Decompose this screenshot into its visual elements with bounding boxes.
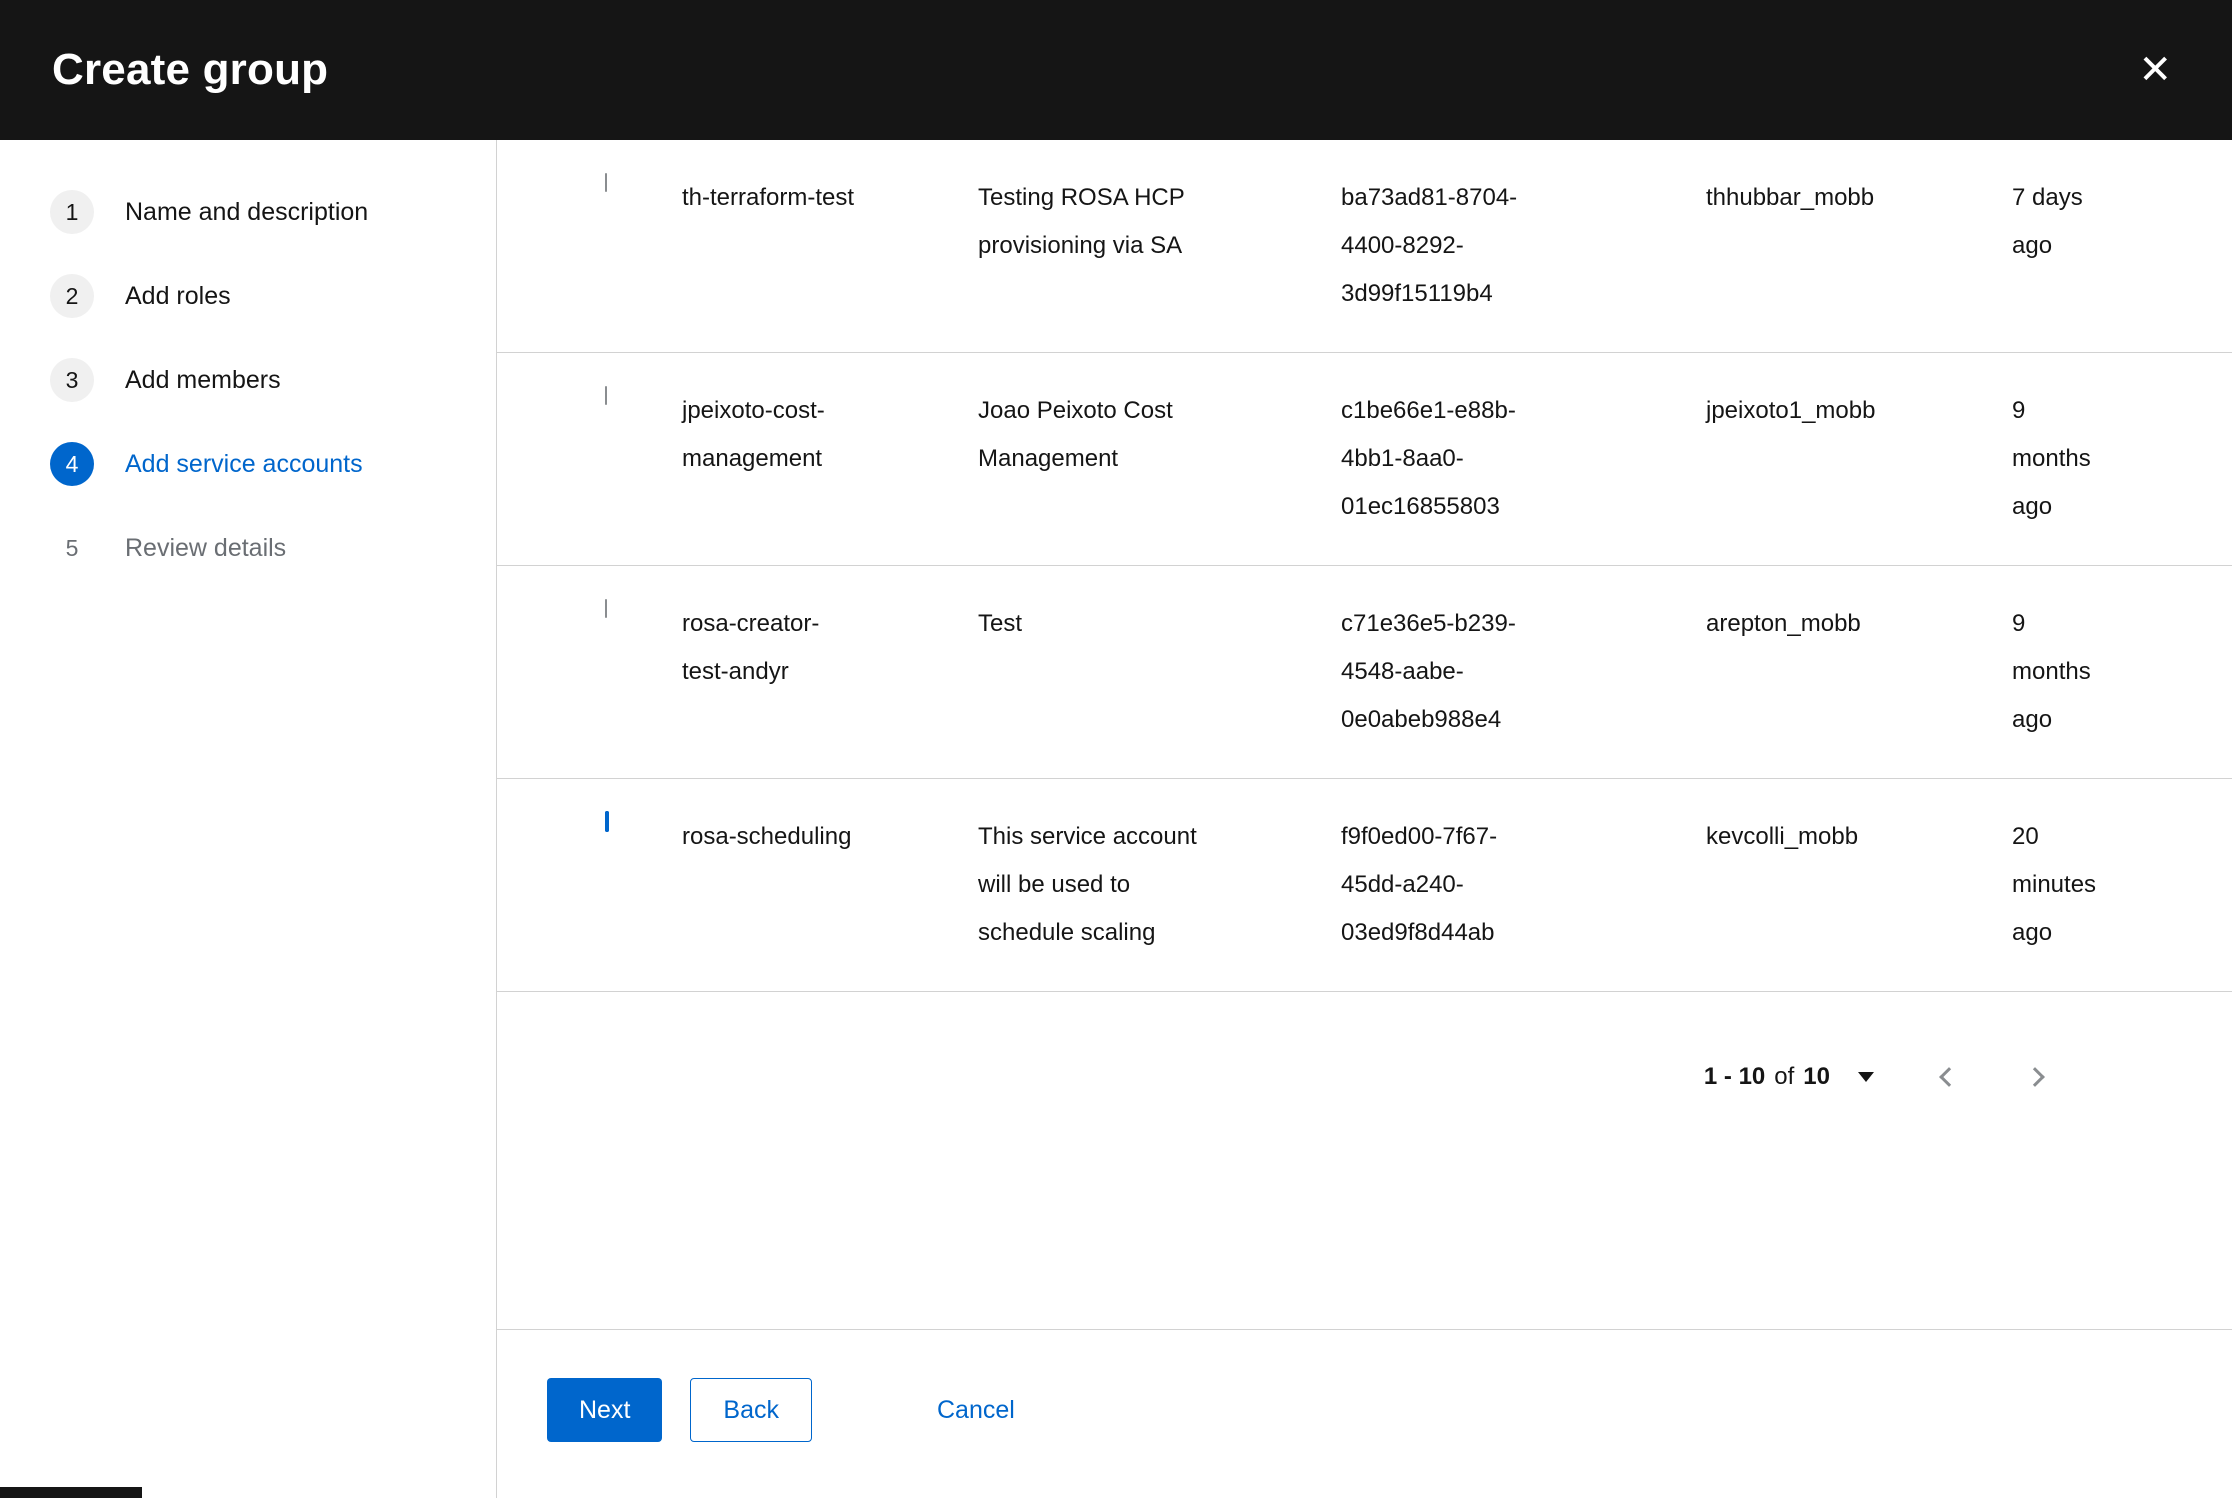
table-row: th-terraform-test Testing ROSA HCP provi… xyxy=(497,140,2232,353)
pagination-menu-toggle[interactable] xyxy=(1852,1066,1880,1088)
next-button[interactable]: Next xyxy=(547,1378,663,1442)
cell-description: Testing ROSA HCP provisioning via SA xyxy=(978,184,1185,259)
close-icon: ✕ xyxy=(2138,48,2172,92)
cell-time-created: 9 months ago xyxy=(2012,610,2091,733)
next-page-button[interactable] xyxy=(2018,1060,2052,1094)
table-row: rosa-scheduling This service account wil… xyxy=(497,779,2232,992)
wizard-step-name-and-description[interactable]: 1 Name and description xyxy=(0,170,496,254)
pagination: 1 - 10 of 10 xyxy=(497,1060,2232,1094)
cell-owner: jpeixoto1_mobb xyxy=(1706,397,1876,424)
step-label: Name and description xyxy=(125,197,369,226)
cell-name: rosa-scheduling xyxy=(682,823,852,850)
chevron-left-icon xyxy=(1939,1067,1959,1087)
row-checkbox[interactable] xyxy=(605,599,607,618)
cell-description: Test xyxy=(978,610,1023,637)
cell-client-id: f9f0ed00-7f67-45dd-a240-03ed9f8d44ab xyxy=(1341,823,1498,946)
step-number: 4 xyxy=(50,442,94,486)
pagination-total: 10 xyxy=(1803,1063,1830,1090)
row-checkbox[interactable] xyxy=(605,173,607,192)
step-number: 2 xyxy=(50,274,94,318)
cell-time-created: 7 days ago xyxy=(2012,184,2083,259)
step-number: 1 xyxy=(50,190,94,234)
cell-client-id: c1be66e1-e88b-4bb1-8aa0-01ec16855803 xyxy=(1341,397,1516,520)
cell-owner: thhubbar_mobb xyxy=(1706,184,1875,211)
wizard-step-review-details[interactable]: 5 Review details xyxy=(0,506,496,590)
wizard-step-add-service-accounts[interactable]: 4 Add service accounts xyxy=(0,422,496,506)
close-button[interactable]: ✕ xyxy=(2130,42,2180,98)
cell-time-created: 20 minutes ago xyxy=(2012,823,2097,946)
wizard-footer: Next Back Cancel xyxy=(497,1329,2232,1498)
underlying-page-strip xyxy=(0,1487,142,1498)
wizard-step-add-members[interactable]: 3 Add members xyxy=(0,338,496,422)
cell-client-id: c71e36e5-b239-4548-aabe-0e0abeb988e4 xyxy=(1341,610,1516,733)
create-group-wizard: Create group ✕ 1 Name and description 2 … xyxy=(0,0,2232,1498)
pagination-of-label: of xyxy=(1774,1063,1795,1090)
modal-header: Create group ✕ xyxy=(0,0,2232,140)
row-checkbox[interactable] xyxy=(605,811,609,832)
back-button[interactable]: Back xyxy=(690,1378,812,1442)
modal-body: 1 Name and description 2 Add roles 3 Add… xyxy=(0,140,2232,1498)
table-row: jpeixoto-cost-management Joao Peixoto Co… xyxy=(497,353,2232,566)
step-label: Review details xyxy=(125,533,287,562)
cell-owner: arepton_mobb xyxy=(1706,610,1861,637)
caret-down-icon xyxy=(1858,1072,1874,1082)
previous-page-button[interactable] xyxy=(1932,1060,1966,1094)
step-label: Add members xyxy=(125,365,281,394)
cell-name: th-terraform-test xyxy=(682,184,855,211)
row-checkbox[interactable] xyxy=(605,386,607,405)
cell-description: This service account will be used to sch… xyxy=(978,823,1197,946)
table-row: rosa-creator-test-andyr Test c71e36e5-b2… xyxy=(497,566,2232,779)
chevron-right-icon xyxy=(2025,1067,2045,1087)
cell-client-id: ba73ad81-8704-4400-8292-3d99f15119b4 xyxy=(1341,184,1518,307)
step-label: Add service accounts xyxy=(125,449,363,478)
cell-owner: kevcolli_mobb xyxy=(1706,823,1859,850)
wizard-nav: 1 Name and description 2 Add roles 3 Add… xyxy=(0,140,497,1498)
modal-title: Create group xyxy=(52,45,329,94)
service-accounts-table: th-terraform-test Testing ROSA HCP provi… xyxy=(497,140,2232,992)
wizard-content: th-terraform-test Testing ROSA HCP provi… xyxy=(497,140,2232,1498)
pagination-range: 1 - 10 xyxy=(1703,1063,1766,1090)
cell-time-created: 9 months ago xyxy=(2012,397,2091,520)
cell-name: rosa-creator-test-andyr xyxy=(682,610,820,685)
step-number: 3 xyxy=(50,358,94,402)
step-number: 5 xyxy=(65,534,79,561)
wizard-step-add-roles[interactable]: 2 Add roles xyxy=(0,254,496,338)
step-label: Add roles xyxy=(125,281,231,310)
cancel-button[interactable]: Cancel xyxy=(937,1378,1015,1442)
cell-name: jpeixoto-cost-management xyxy=(682,397,825,472)
cell-description: Joao Peixoto Cost Management xyxy=(978,397,1173,472)
